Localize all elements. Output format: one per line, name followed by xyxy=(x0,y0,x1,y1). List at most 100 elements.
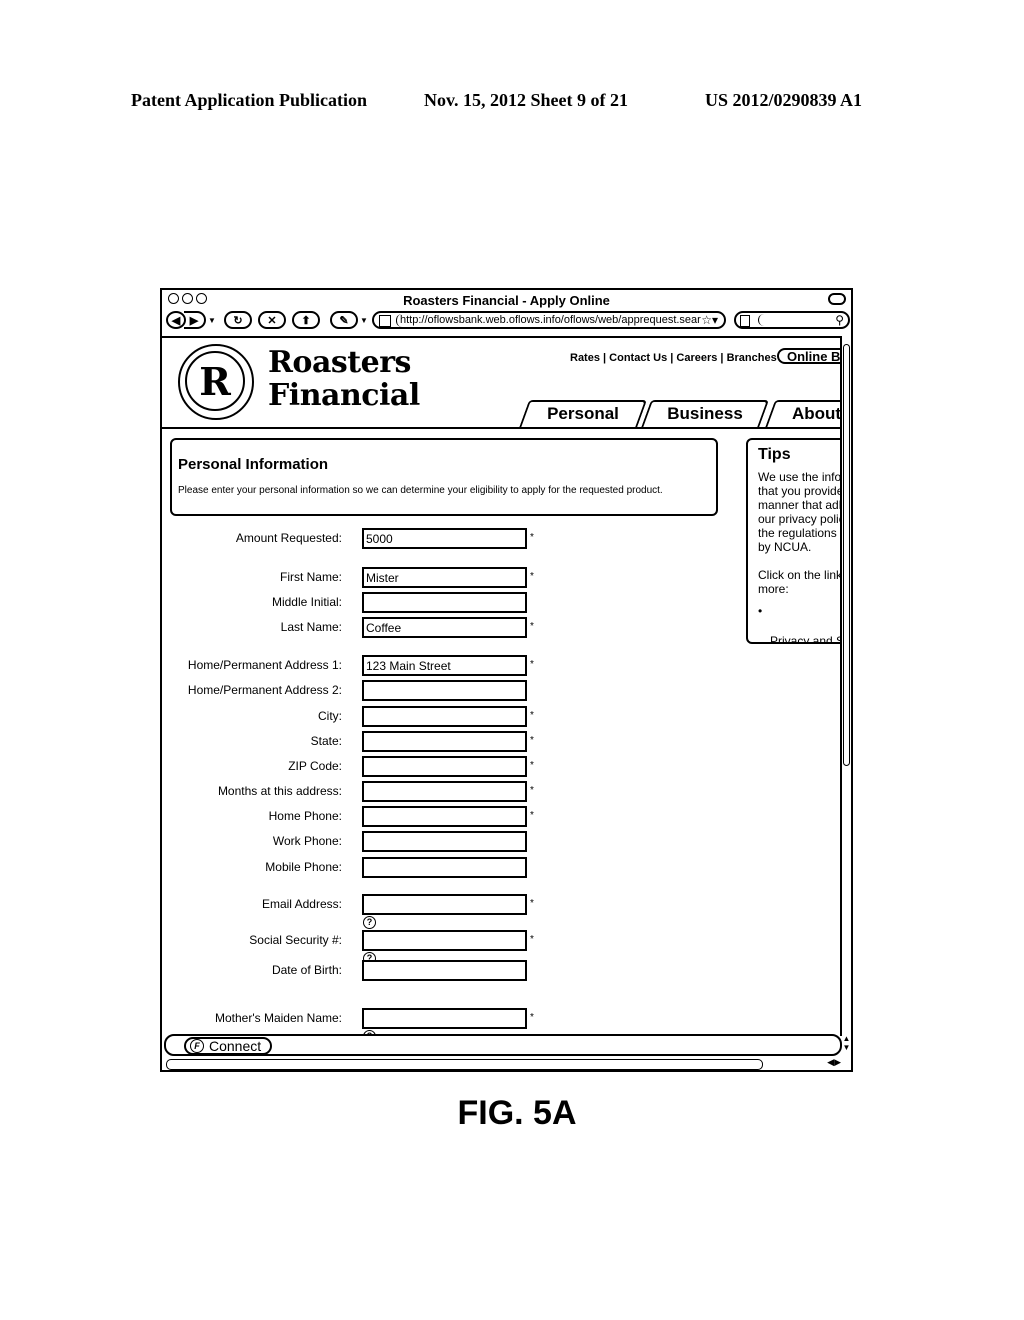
field-label: State: xyxy=(310,734,342,748)
tab-about-label: About xyxy=(792,404,842,423)
field-label: First Name: xyxy=(279,570,342,584)
search-box[interactable]: ⚲ xyxy=(734,311,850,329)
brand-line-2: Financial xyxy=(268,378,420,413)
form-row: Date of Birth: xyxy=(162,960,562,982)
browser-window: Roasters Financial - Apply Online ◀ ▶ ▼ … xyxy=(160,288,853,1072)
required-mark: * xyxy=(530,735,534,746)
reload-button[interactable]: ↻ xyxy=(224,311,252,329)
search-input[interactable] xyxy=(758,314,829,326)
toolbar-toggle-button[interactable] xyxy=(828,293,846,305)
horizontal-scroll-thumb[interactable] xyxy=(166,1059,763,1070)
field-label: Home/Permanent Address 2: xyxy=(187,683,342,697)
field-label: Last Name: xyxy=(280,620,342,634)
vertical-scroll-thumb[interactable] xyxy=(843,344,850,766)
patent-date-sheet: Nov. 15, 2012 Sheet 9 of 21 xyxy=(424,90,628,110)
required-mark: * xyxy=(530,571,534,582)
reload-icon: ↻ xyxy=(233,314,243,327)
edit-button[interactable]: ✎ xyxy=(330,311,358,329)
brand-line-1: Roasters xyxy=(268,345,411,380)
edit-icon: ✎ xyxy=(339,314,349,327)
vertical-scroll-arrows[interactable]: ▲ ▼ xyxy=(842,1034,851,1052)
edit-dropdown-icon[interactable]: ▼ xyxy=(360,316,368,325)
tab-business-label: Business xyxy=(667,404,743,423)
required-mark: * xyxy=(530,710,534,721)
privacy-link-label: Privacy and Se Policies xyxy=(770,634,842,644)
back-button[interactable]: ◀ xyxy=(166,311,186,329)
tips-panel: Tips We use the inform that you provide … xyxy=(746,438,842,644)
field-input[interactable] xyxy=(362,806,527,827)
search-icon[interactable]: ⚲ xyxy=(835,313,844,327)
field-input[interactable] xyxy=(362,731,527,752)
form-row: Home/Permanent Address 2: xyxy=(162,680,562,702)
patent-publication-label: Patent Application Publication xyxy=(131,90,368,110)
bullet-icon: • xyxy=(758,604,763,618)
search-engine-icon[interactable] xyxy=(740,315,750,327)
required-mark: * xyxy=(530,898,534,909)
field-input[interactable] xyxy=(362,592,527,613)
required-mark: * xyxy=(530,785,534,796)
field-label: Date of Birth: xyxy=(271,963,342,977)
field-label: Mobile Phone: xyxy=(265,860,342,874)
form-row: Mobile Phone: xyxy=(162,857,562,879)
tips-title: Tips xyxy=(758,446,791,463)
horizontal-scrollbar[interactable]: ◀▶ xyxy=(166,1057,851,1070)
field-input[interactable] xyxy=(362,567,527,588)
field-label: Work Phone: xyxy=(272,834,342,848)
privacy-link[interactable]: • Privacy and Se Policies xyxy=(758,604,842,644)
brand-name: Roasters Financial xyxy=(268,346,420,412)
field-input[interactable] xyxy=(362,781,527,802)
online-banking-button[interactable]: Online Ba xyxy=(777,348,842,364)
field-input[interactable] xyxy=(362,680,527,701)
patent-number: US 2012/0290839 A1 xyxy=(705,90,863,110)
tab-about[interactable]: About xyxy=(770,400,842,428)
required-mark: * xyxy=(530,659,534,670)
form-row: ZIP Code: * xyxy=(162,756,562,778)
stop-button[interactable]: ✕ xyxy=(258,311,286,329)
status-bar: F Connect xyxy=(164,1034,842,1056)
field-input[interactable] xyxy=(362,706,527,727)
vertical-scrollbar[interactable] xyxy=(840,336,851,1036)
field-input[interactable] xyxy=(362,857,527,878)
field-input[interactable] xyxy=(362,894,527,915)
forward-button[interactable]: ▶ xyxy=(184,311,206,329)
logo-letter: R xyxy=(185,351,245,411)
tips-text: We use the inform that you provide u man… xyxy=(758,470,842,596)
bookmark-star-icon[interactable]: ☆▾ xyxy=(701,313,718,327)
window-title: Roasters Financial - Apply Online xyxy=(403,293,610,308)
url-text[interactable]: http://oflowsbank.web.oflows.info/oflows… xyxy=(396,314,701,327)
page-content: R Roasters Financial Rates | Contact Us … xyxy=(162,336,842,1036)
tab-business[interactable]: Business xyxy=(646,400,764,428)
site-logo[interactable]: R xyxy=(178,344,254,420)
field-input[interactable] xyxy=(362,655,527,676)
nav-divider xyxy=(162,427,842,429)
field-label: Social Security #: xyxy=(249,933,342,947)
field-input[interactable] xyxy=(362,831,527,852)
field-input[interactable] xyxy=(362,960,527,981)
required-mark: * xyxy=(530,934,534,945)
help-icon[interactable]: ? xyxy=(363,916,376,929)
field-label: Email Address: xyxy=(261,897,342,911)
field-input[interactable] xyxy=(362,528,527,549)
home-button[interactable]: ⬆ xyxy=(292,311,320,329)
form-row: Work Phone: xyxy=(162,831,562,853)
connect-icon: F xyxy=(190,1039,204,1053)
history-dropdown-icon[interactable]: ▼ xyxy=(208,316,216,325)
top-links[interactable]: Rates | Contact Us | Careers | Branches xyxy=(570,352,777,364)
address-bar[interactable]: http://oflowsbank.web.oflows.info/oflows… xyxy=(372,311,726,329)
required-mark: * xyxy=(530,532,534,543)
form-row: Middle Initial: xyxy=(162,592,562,614)
form-row: State: * xyxy=(162,731,562,753)
home-icon: ⬆ xyxy=(301,314,311,327)
form-row: First Name: * xyxy=(162,567,562,589)
required-mark: * xyxy=(530,810,534,821)
field-input[interactable] xyxy=(362,1008,527,1029)
back-icon: ◀ xyxy=(171,314,181,327)
connect-button[interactable]: F Connect xyxy=(184,1037,272,1055)
page-icon xyxy=(379,315,391,327)
horizontal-scroll-arrows[interactable]: ◀▶ xyxy=(827,1057,841,1068)
field-input[interactable] xyxy=(362,930,527,951)
field-input[interactable] xyxy=(362,617,527,638)
field-label: ZIP Code: xyxy=(288,759,342,773)
field-input[interactable] xyxy=(362,756,527,777)
tab-personal[interactable]: Personal xyxy=(524,400,642,428)
